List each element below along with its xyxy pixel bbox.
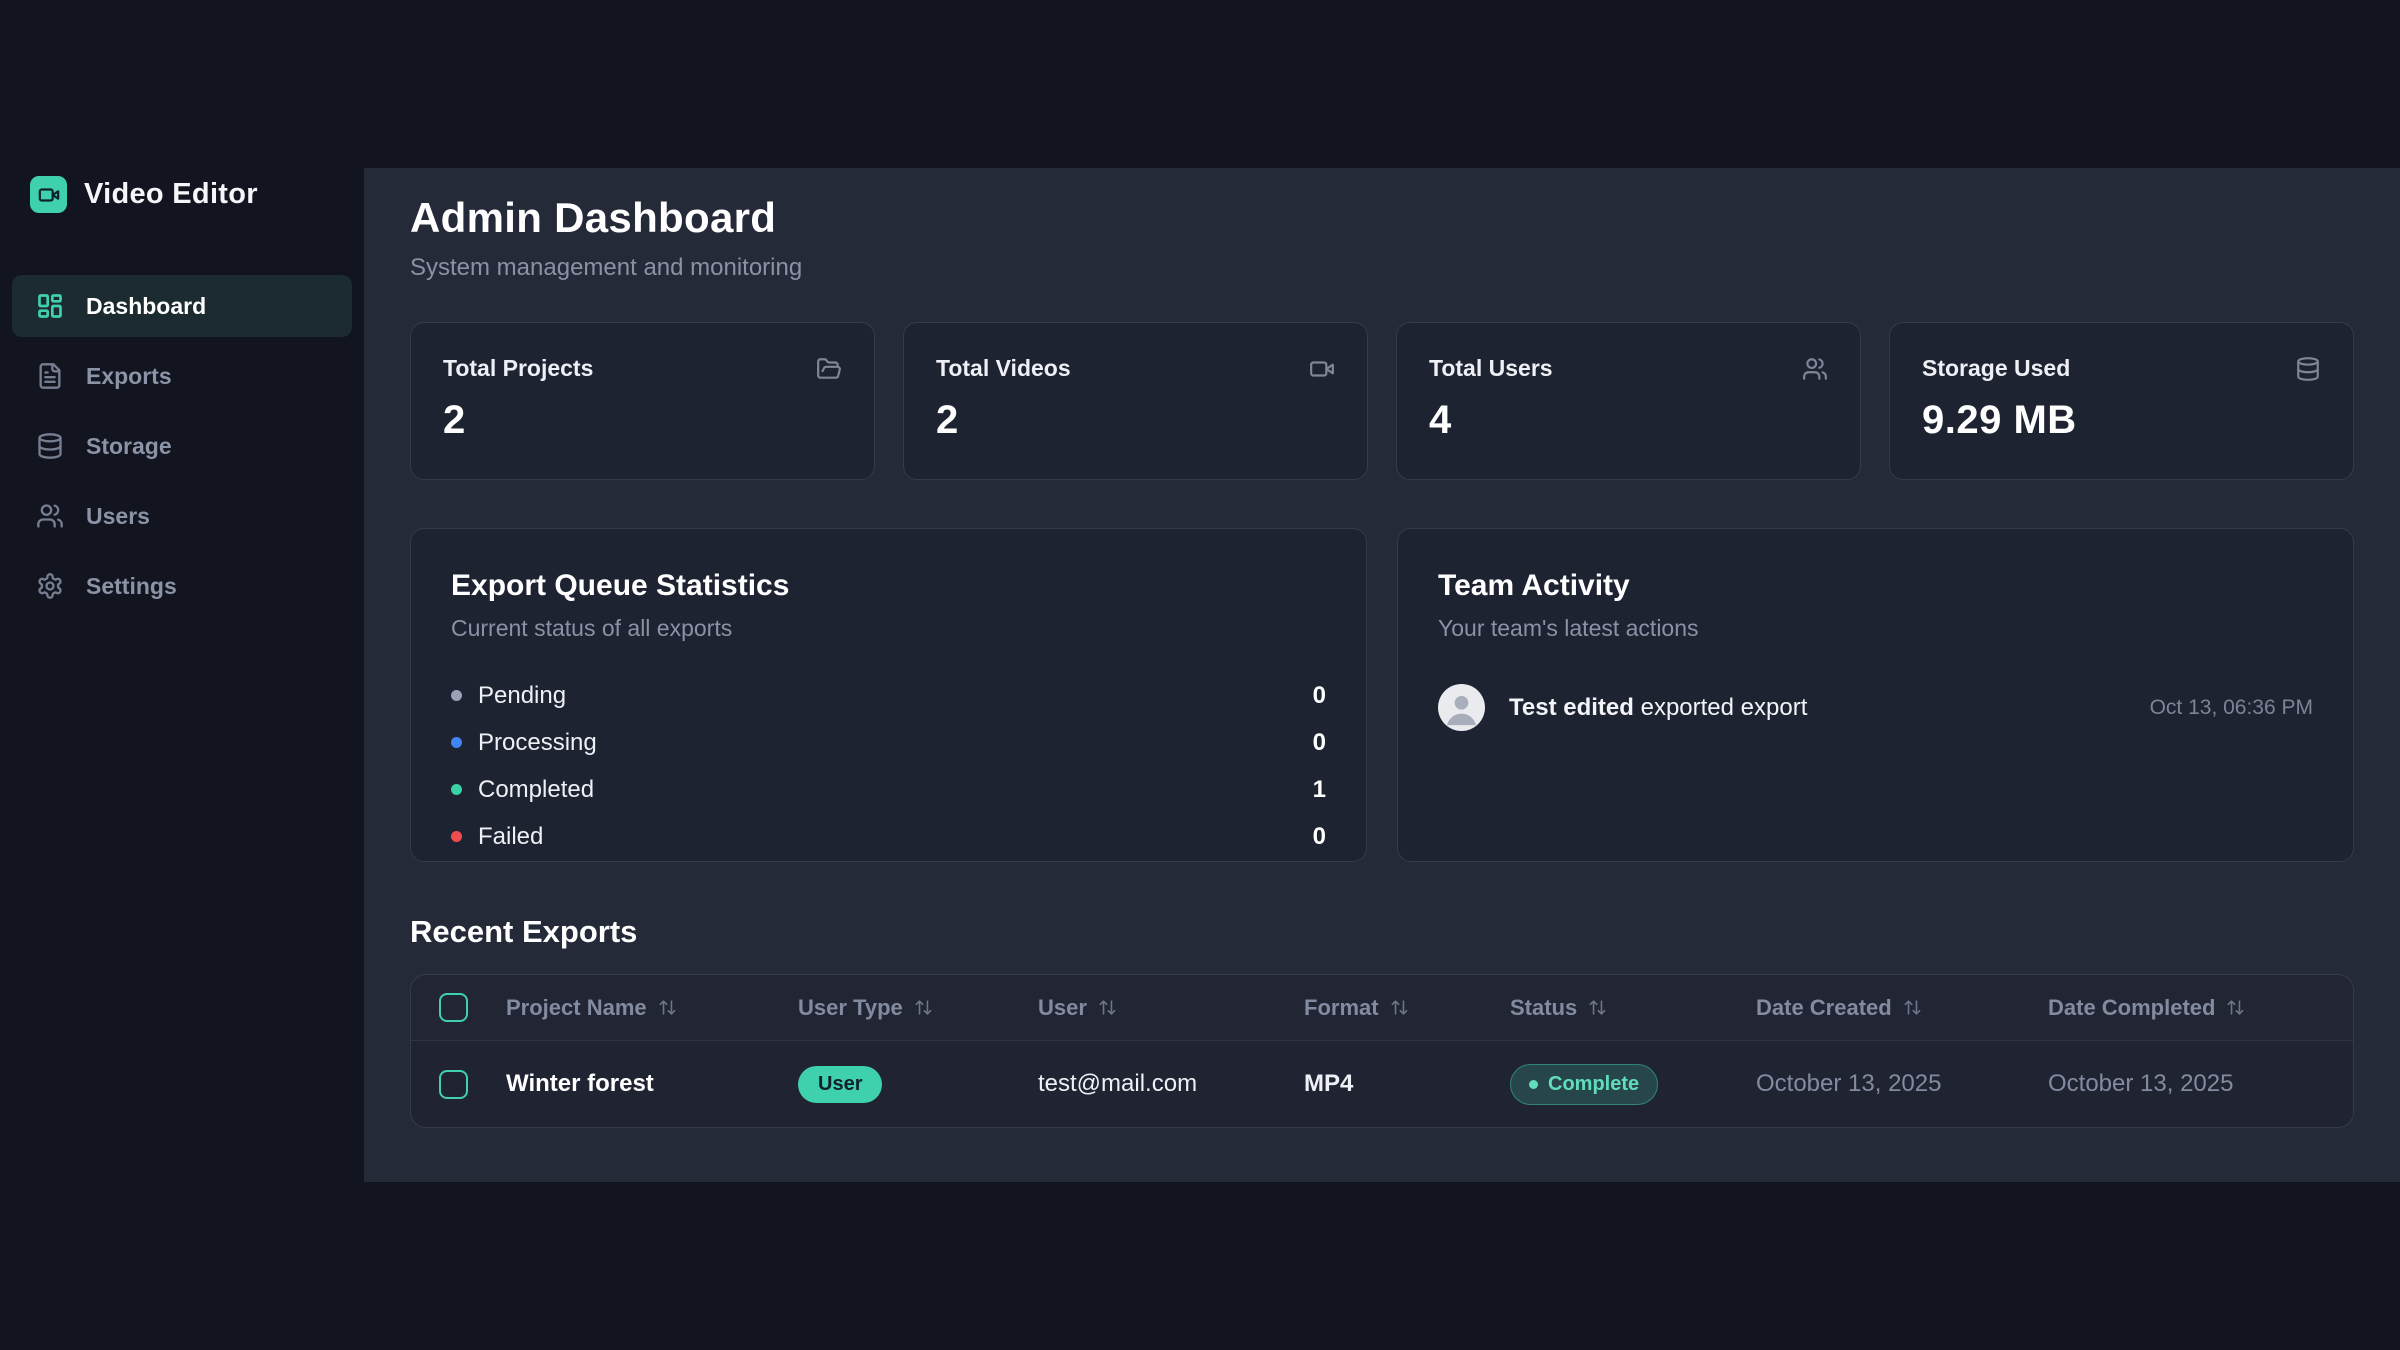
column-header-date-created[interactable]: Date Created bbox=[1731, 995, 2023, 1021]
queue-row-failed: Failed 0 bbox=[451, 813, 1326, 860]
activity-timestamp: Oct 13, 06:36 PM bbox=[2150, 696, 2313, 720]
header-checkbox-cell bbox=[411, 993, 481, 1022]
sort-icon[interactable] bbox=[1098, 998, 1117, 1017]
sort-icon[interactable] bbox=[1588, 998, 1607, 1017]
row-checkbox[interactable] bbox=[439, 1070, 468, 1099]
card-subtitle: Your team's latest actions bbox=[1438, 615, 2313, 642]
gear-icon bbox=[36, 572, 64, 600]
cell-format: MP4 bbox=[1279, 1070, 1485, 1098]
table-header-row: Project Name User Type User bbox=[411, 975, 2353, 1041]
recent-exports-table: Project Name User Type User bbox=[410, 974, 2354, 1128]
cell-status: Complete bbox=[1485, 1064, 1731, 1105]
sidebar-item-label: Dashboard bbox=[86, 293, 206, 320]
stat-label: Storage Used bbox=[1922, 355, 2070, 382]
sidebar-item-label: Users bbox=[86, 503, 150, 530]
card-subtitle: Current status of all exports bbox=[451, 615, 1326, 642]
card-title: Export Queue Statistics bbox=[451, 569, 1326, 603]
stat-value: 4 bbox=[1429, 398, 1828, 443]
sort-icon[interactable] bbox=[2226, 998, 2245, 1017]
column-header-project-name[interactable]: Project Name bbox=[481, 995, 773, 1021]
queue-row-completed: Completed 1 bbox=[451, 766, 1326, 813]
column-header-user-type[interactable]: User Type bbox=[773, 995, 1013, 1021]
sidebar-nav: Dashboard Exports Storage bbox=[12, 275, 352, 617]
stat-cards: Total Projects 2 Total Videos 2 bbox=[410, 322, 2354, 480]
stat-label: Total Users bbox=[1429, 355, 1553, 382]
sidebar-item-settings[interactable]: Settings bbox=[12, 555, 352, 617]
file-document-icon bbox=[36, 362, 64, 390]
sort-icon[interactable] bbox=[1390, 998, 1409, 1017]
sidebar-item-storage[interactable]: Storage bbox=[12, 415, 352, 477]
column-header-status[interactable]: Status bbox=[1485, 995, 1731, 1021]
stat-card-storage-used: Storage Used 9.29 MB bbox=[1889, 322, 2354, 480]
recent-exports-title: Recent Exports bbox=[410, 914, 2354, 950]
completed-dot bbox=[451, 784, 462, 795]
status-dot-icon bbox=[1529, 1080, 1538, 1089]
sidebar-item-exports[interactable]: Exports bbox=[12, 345, 352, 407]
activity-item: Test edited exported export Oct 13, 06:3… bbox=[1438, 684, 2313, 731]
stat-card-total-users: Total Users 4 bbox=[1396, 322, 1861, 480]
cell-project-name: Winter forest bbox=[481, 1070, 773, 1098]
status-badge: Complete bbox=[1510, 1064, 1658, 1105]
video-camera-icon bbox=[1309, 356, 1335, 382]
activity-text: Test edited exported export bbox=[1509, 694, 1807, 722]
brand: Video Editor bbox=[30, 176, 258, 213]
admin-dashboard-page: { "brand": { "name": "Video Editor", "ic… bbox=[0, 0, 2400, 1350]
sidebar-item-dashboard[interactable]: Dashboard bbox=[12, 275, 352, 337]
cell-user-email: test@mail.com bbox=[1013, 1070, 1279, 1098]
stat-card-total-videos: Total Videos 2 bbox=[903, 322, 1368, 480]
database-icon bbox=[2295, 356, 2321, 382]
middle-row: Export Queue Statistics Current status o… bbox=[410, 528, 2354, 862]
page-title: Admin Dashboard bbox=[410, 194, 2354, 242]
queue-row-pending: Pending 0 bbox=[451, 672, 1326, 719]
person-icon bbox=[1438, 684, 1485, 731]
video-camera-icon bbox=[30, 176, 67, 213]
main-content: Admin Dashboard System management and mo… bbox=[364, 168, 2400, 1182]
avatar bbox=[1438, 684, 1485, 731]
stat-value: 2 bbox=[936, 398, 1335, 443]
queue-list: Pending 0 Processing 0 Completed 1 Faile… bbox=[451, 672, 1326, 860]
users-icon bbox=[1802, 356, 1828, 382]
queue-row-processing: Processing 0 bbox=[451, 719, 1326, 766]
user-type-badge: User bbox=[798, 1066, 882, 1103]
row-checkbox-cell bbox=[411, 1070, 481, 1099]
table-row: Winter forest User test@mail.com MP4 Com… bbox=[411, 1041, 2353, 1127]
stat-value: 9.29 MB bbox=[1922, 398, 2321, 443]
card-title: Team Activity bbox=[1438, 569, 2313, 603]
stat-label: Total Projects bbox=[443, 355, 593, 382]
sort-icon[interactable] bbox=[914, 998, 933, 1017]
team-activity-card: Team Activity Your team's latest actions… bbox=[1397, 528, 2354, 862]
column-header-date-completed[interactable]: Date Completed bbox=[2023, 995, 2353, 1021]
database-icon bbox=[36, 432, 64, 460]
sidebar-item-label: Settings bbox=[86, 573, 177, 600]
column-header-user[interactable]: User bbox=[1013, 995, 1279, 1021]
export-queue-card: Export Queue Statistics Current status o… bbox=[410, 528, 1367, 862]
sort-icon[interactable] bbox=[658, 998, 677, 1017]
stat-value: 2 bbox=[443, 398, 842, 443]
column-header-format[interactable]: Format bbox=[1279, 995, 1485, 1021]
page-subtitle: System management and monitoring bbox=[410, 254, 2354, 282]
cell-user-type: User bbox=[773, 1066, 1013, 1103]
users-icon bbox=[36, 502, 64, 530]
sidebar-item-users[interactable]: Users bbox=[12, 485, 352, 547]
cell-date-created: October 13, 2025 bbox=[1731, 1070, 2023, 1098]
failed-dot bbox=[451, 831, 462, 842]
stat-card-total-projects: Total Projects 2 bbox=[410, 322, 875, 480]
stat-label: Total Videos bbox=[936, 355, 1071, 382]
select-all-checkbox[interactable] bbox=[439, 993, 468, 1022]
sidebar: Video Editor Dashboard Exports bbox=[0, 0, 364, 1350]
folder-open-icon bbox=[816, 356, 842, 382]
pending-dot bbox=[451, 690, 462, 701]
dashboard-grid-icon bbox=[36, 292, 64, 320]
brand-name: Video Editor bbox=[84, 178, 258, 211]
sidebar-item-label: Exports bbox=[86, 363, 172, 390]
cell-date-completed: October 13, 2025 bbox=[2023, 1070, 2353, 1098]
sidebar-item-label: Storage bbox=[86, 433, 172, 460]
processing-dot bbox=[451, 737, 462, 748]
sort-icon[interactable] bbox=[1903, 998, 1922, 1017]
